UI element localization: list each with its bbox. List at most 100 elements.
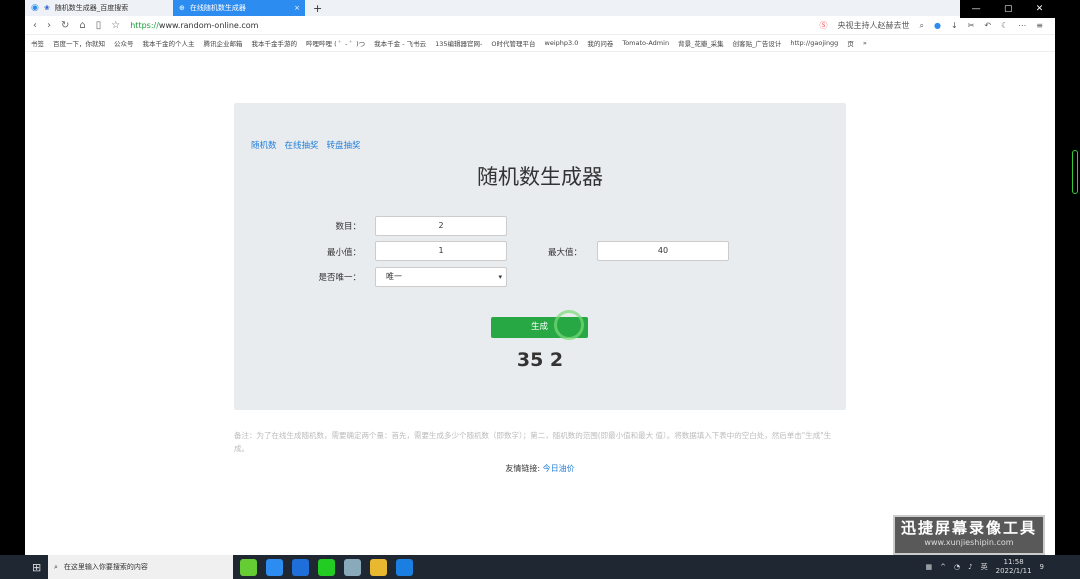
tab-label: 随机数生成器_百度搜索 [54,4,129,12]
app-edge-icon[interactable] [292,558,309,576]
maximize-icon[interactable]: ▢ [1004,4,1013,14]
clock-date: 2022/1/11 [995,567,1032,575]
home-icon[interactable]: ⌂ [79,20,85,31]
browser-logo-icon: ◉ [31,3,39,13]
app-360-icon[interactable] [240,558,257,576]
max-input[interactable]: 40 [597,241,729,261]
bookmark-item[interactable]: 哔哩哔哩 ( ゜- ゜)つ [306,38,365,48]
nav-link-wheel[interactable]: 转盘抽奖 [327,139,361,151]
max-label: 最大值： [547,248,582,258]
extension-icon[interactable]: ● [934,21,941,30]
bookmark-item[interactable]: 我本千金手游的 [252,38,298,48]
nav-link-random[interactable]: 随机数 [251,139,277,151]
bookmark-item[interactable]: Tomato-Admin [622,39,669,47]
reader-icon[interactable]: ▯ [96,20,102,31]
taskbar-search[interactable]: ⌕ 在这里输入你要搜索的内容 [48,555,233,579]
bookmark-item[interactable]: 腾讯企业邮箱 [204,38,243,48]
tab-random-online[interactable]: ⊕ 在线随机数生成器 × [173,0,305,16]
note-text: 备注：为了在线生成随机数，需要确定两个量：首先，需要生成多少个随机数（即数字）；… [234,431,832,453]
keyboard-icon[interactable]: ▦ [926,563,933,571]
watermark-logo: 迅捷屏幕录像工具 www.xunjieshipin.com [893,515,1045,555]
tab-bar: ◉ ❀ 随机数生成器_百度搜索 ⊕ 在线随机数生成器 × + [25,0,1055,16]
side-scroll-indicator[interactable] [1072,150,1078,194]
bookmark-item[interactable]: weiphp3.0 [545,39,579,47]
star-icon[interactable]: ☆ [111,20,120,31]
page-title: 随机数生成器 [477,165,603,189]
taskbar: ⊞ ⌕ 在这里输入你要搜索的内容 ▦ ^ ◔ ♪ 英 11:58 2022/1/11 9 [0,555,1080,579]
close-tab-icon[interactable]: × [294,4,300,12]
app-recorder-icon[interactable] [396,558,413,576]
forward-icon[interactable]: › [47,20,51,31]
bookmark-item[interactable]: 创客贴_广告设计 [733,38,782,48]
bookmark-item[interactable]: http://gaojingg [790,39,838,47]
download-icon[interactable]: ↓ [951,21,958,30]
unique-select[interactable]: 唯一 [375,267,507,287]
friend-label: 友情链接: [505,464,541,473]
nav-link-lottery[interactable]: 在线抽奖 [285,139,319,151]
wifi-icon[interactable]: ◔ [954,563,960,571]
toolbar-right: Ⓢ 央视主持人赵赫去世 ⌕ ● ↓ ✂ ↶ ☾ ⋯ ≡ [820,16,1043,35]
bookmark-item[interactable]: » [863,39,867,47]
search-icon: ⌕ [54,562,58,571]
bookmark-item[interactable]: 我的问卷 [587,38,613,48]
paw-icon: ❀ [43,4,50,12]
tab-baidu-search[interactable]: ◉ ❀ 随机数生成器_百度搜索 [25,0,165,16]
nav-links: 随机数 在线抽奖 转盘抽奖 [251,139,361,151]
undo-icon[interactable]: ↶ [984,21,991,30]
minimize-icon[interactable]: — [972,4,981,14]
moon-icon[interactable]: ☾ [1001,21,1008,30]
app-browser-icon[interactable] [266,558,283,576]
result-output: 35 2 [516,349,564,371]
menu-icon[interactable]: ≡ [1036,21,1043,30]
globe-icon: ⊕ [179,4,185,12]
app-notes-icon[interactable] [344,558,361,576]
clock-time: 11:58 [1003,558,1024,566]
friend-links: 友情链接: 今日油价 [25,463,1055,474]
min-input[interactable]: 1 [375,241,507,261]
system-tray: ▦ ^ ◔ ♪ 英 11:58 2022/1/11 9 [926,558,1044,576]
bookmark-item[interactable]: 我本千金 - 飞书云 [374,38,426,48]
bookmark-item[interactable]: 页 [847,38,854,48]
url-field[interactable]: https://www.random-online.com [130,21,258,30]
friend-link-oil[interactable]: 今日油价 [543,464,575,473]
address-bar: ‹ › ↻ ⌂ ▯ ☆ https://www.random-online.com Ⓢ 央视… [25,16,1055,35]
search-icon[interactable]: ⌕ [920,21,924,31]
unique-label: 是否唯一： [318,273,361,283]
browser-window: ◉ ❀ 随机数生成器_百度搜索 ⊕ 在线随机数生成器 × + ‹ › ↻ ⌂ ▯ ☆ https:… [25,0,1055,555]
bookmark-item[interactable]: 135编辑器官网- [435,38,482,48]
generator-card: 随机数 在线抽奖 转盘抽奖 随机数生成器 数目： 2 最小值： 1 最大值： 4… [234,103,846,410]
search-placeholder: 在这里输入你要搜索的内容 [63,563,148,571]
notification-badge[interactable]: 9 [1040,563,1044,571]
count-input[interactable]: 2 [375,216,507,236]
search-hint[interactable]: 央视主持人赵赫去世 [838,20,910,31]
search-engine-icon[interactable]: Ⓢ [820,20,828,31]
reload-icon[interactable]: ↻ [61,20,69,31]
taskbar-apps [240,558,413,576]
bookmark-item[interactable]: 背景_花瓣_采集 [678,38,724,48]
bookmark-item[interactable]: O时代管理平台 [491,38,535,48]
back-icon[interactable]: ‹ [33,20,37,31]
ime-indicator[interactable]: 英 [981,562,988,572]
min-label: 最小值： [326,248,361,258]
volume-icon[interactable]: ♪ [968,563,972,571]
bookmark-item[interactable]: 百度一下，你就知 [53,38,105,48]
bookmark-item[interactable]: 公众号 [114,38,134,48]
window-controls: — ▢ ✕ [960,0,1055,18]
chevron-up-icon[interactable]: ^ [940,563,946,571]
close-icon[interactable]: ✕ [1036,4,1044,14]
count-label: 数目： [335,222,361,232]
new-tab-button[interactable]: + [307,0,322,16]
app-explorer-icon[interactable] [370,558,387,576]
clock[interactable]: 11:58 2022/1/11 [996,558,1032,576]
cursor-highlight [554,310,584,340]
windows-start-icon[interactable]: ⊞ [32,561,41,574]
app-wechat-icon[interactable] [318,558,335,576]
bookmarks-bar: 书签 百度一下，你就知 公众号 我本千金的个人主 腾讯企业邮箱 我本千金手游的 哔哩哔哩 (… [25,35,1055,52]
tab-label: 在线随机数生成器 [189,4,246,12]
bookmark-item[interactable]: 书签 [31,38,44,48]
scissors-icon[interactable]: ✂ [968,21,975,30]
url-host: www.random-online.com [158,20,259,30]
url-scheme: https:// [130,20,159,30]
bookmark-item[interactable]: 我本千金的个人主 [143,38,195,48]
more-icon[interactable]: ⋯ [1018,21,1026,30]
